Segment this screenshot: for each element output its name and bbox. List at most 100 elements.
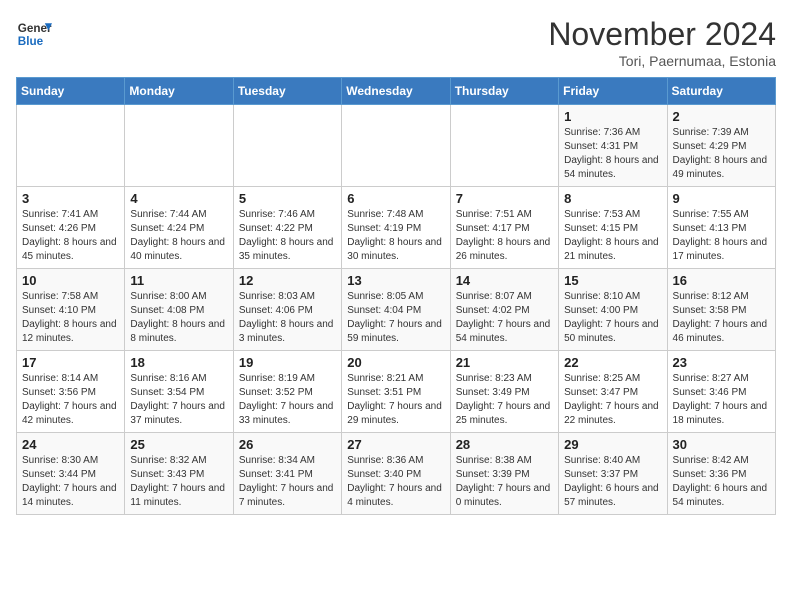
calendar-day: 3 Sunrise: 7:41 AM Sunset: 4:26 PM Daylig… (17, 187, 125, 269)
calendar-day: 6 Sunrise: 7:48 AM Sunset: 4:19 PM Daylig… (342, 187, 450, 269)
day-number: 7 (456, 191, 553, 206)
calendar-body: 1 Sunrise: 7:36 AM Sunset: 4:31 PM Daylig… (17, 105, 776, 515)
day-number: 5 (239, 191, 336, 206)
calendar-day: 21 Sunrise: 8:23 AM Sunset: 3:49 PM Dayli… (450, 351, 558, 433)
day-number: 16 (673, 273, 770, 288)
calendar-empty (17, 105, 125, 187)
day-number: 19 (239, 355, 336, 370)
weekday-header: Tuesday (233, 78, 341, 105)
calendar-day: 12Sunrise: 8:03 AM Sunset: 4:06 PM Dayli… (233, 269, 341, 351)
calendar-day: 1 Sunrise: 7:36 AM Sunset: 4:31 PM Daylig… (559, 105, 667, 187)
day-number: 10 (22, 273, 119, 288)
day-info: Sunrise: 7:51 AM Sunset: 4:17 PM Dayligh… (456, 208, 553, 264)
weekday-header: Wednesday (342, 78, 450, 105)
day-info: Sunrise: 7:36 AM Sunset: 4:31 PM Dayligh… (564, 126, 661, 182)
day-info: Sunrise: 8:30 AM Sunset: 3:44 PM Dayligh… (22, 454, 119, 510)
logo-icon: General Blue (16, 16, 52, 52)
day-number: 27 (347, 437, 444, 452)
day-info: Sunrise: 8:10 AM Sunset: 4:00 PM Dayligh… (564, 290, 661, 346)
calendar-day: 17 Sunrise: 8:14 AM Sunset: 3:56 PM Dayli… (17, 351, 125, 433)
day-info: Sunrise: 7:55 AM Sunset: 4:13 PM Dayligh… (673, 208, 770, 264)
day-number: 9 (673, 191, 770, 206)
day-info: Sunrise: 8:05 AM Sunset: 4:04 PM Dayligh… (347, 290, 444, 346)
day-info: Sunrise: 8:32 AM Sunset: 3:43 PM Dayligh… (130, 454, 227, 510)
page-header: General Blue November 2024 Tori, Paernum… (16, 16, 776, 69)
calendar-day: 5 Sunrise: 7:46 AM Sunset: 4:22 PM Daylig… (233, 187, 341, 269)
day-info: Sunrise: 8:00 AM Sunset: 4:08 PM Dayligh… (130, 290, 227, 346)
calendar-day: 15 Sunrise: 8:10 AM Sunset: 4:00 PM Dayli… (559, 269, 667, 351)
weekday-header: Saturday (667, 78, 775, 105)
weekday-header: Thursday (450, 78, 558, 105)
day-info: Sunrise: 7:48 AM Sunset: 4:19 PM Dayligh… (347, 208, 444, 264)
calendar-week-row: 1 Sunrise: 7:36 AM Sunset: 4:31 PM Daylig… (17, 105, 776, 187)
day-number: 18 (130, 355, 227, 370)
logo: General Blue (16, 16, 52, 52)
calendar-day: 23Sunrise: 8:27 AM Sunset: 3:46 PM Dayli… (667, 351, 775, 433)
day-number: 12 (239, 273, 336, 288)
calendar-day: 14 Sunrise: 8:07 AM Sunset: 4:02 PM Dayli… (450, 269, 558, 351)
day-number: 29 (564, 437, 661, 452)
day-number: 11 (130, 273, 227, 288)
calendar-day: 11 Sunrise: 8:00 AM Sunset: 4:08 PM Dayli… (125, 269, 233, 351)
calendar-day: 24Sunrise: 8:30 AM Sunset: 3:44 PM Dayli… (17, 433, 125, 515)
calendar-week-row: 3 Sunrise: 7:41 AM Sunset: 4:26 PM Daylig… (17, 187, 776, 269)
calendar-day: 29 Sunrise: 8:40 AM Sunset: 3:37 PM Dayli… (559, 433, 667, 515)
day-info: Sunrise: 8:38 AM Sunset: 3:39 PM Dayligh… (456, 454, 553, 510)
day-number: 28 (456, 437, 553, 452)
day-info: Sunrise: 8:16 AM Sunset: 3:54 PM Dayligh… (130, 372, 227, 428)
day-info: Sunrise: 8:40 AM Sunset: 3:37 PM Dayligh… (564, 454, 661, 510)
day-number: 14 (456, 273, 553, 288)
day-number: 26 (239, 437, 336, 452)
day-info: Sunrise: 8:23 AM Sunset: 3:49 PM Dayligh… (456, 372, 553, 428)
day-info: Sunrise: 7:58 AM Sunset: 4:10 PM Dayligh… (22, 290, 119, 346)
calendar-day: 16 Sunrise: 8:12 AM Sunset: 3:58 PM Dayli… (667, 269, 775, 351)
calendar-day: 19Sunrise: 8:19 AM Sunset: 3:52 PM Dayli… (233, 351, 341, 433)
calendar-day: 28 Sunrise: 8:38 AM Sunset: 3:39 PM Dayli… (450, 433, 558, 515)
weekday-header: Sunday (17, 78, 125, 105)
day-number: 4 (130, 191, 227, 206)
day-info: Sunrise: 8:25 AM Sunset: 3:47 PM Dayligh… (564, 372, 661, 428)
day-number: 23 (673, 355, 770, 370)
day-info: Sunrise: 7:39 AM Sunset: 4:29 PM Dayligh… (673, 126, 770, 182)
day-info: Sunrise: 7:53 AM Sunset: 4:15 PM Dayligh… (564, 208, 661, 264)
title-block: November 2024 Tori, Paernumaa, Estonia (548, 16, 776, 69)
calendar-day: 4 Sunrise: 7:44 AM Sunset: 4:24 PM Daylig… (125, 187, 233, 269)
day-number: 8 (564, 191, 661, 206)
day-number: 30 (673, 437, 770, 452)
calendar-empty (233, 105, 341, 187)
day-number: 13 (347, 273, 444, 288)
calendar-week-row: 24Sunrise: 8:30 AM Sunset: 3:44 PM Dayli… (17, 433, 776, 515)
day-info: Sunrise: 8:21 AM Sunset: 3:51 PM Dayligh… (347, 372, 444, 428)
calendar-day: 25 Sunrise: 8:32 AM Sunset: 3:43 PM Dayli… (125, 433, 233, 515)
calendar-day: 20Sunrise: 8:21 AM Sunset: 3:51 PM Dayli… (342, 351, 450, 433)
month-title: November 2024 (548, 16, 776, 53)
day-number: 3 (22, 191, 119, 206)
day-info: Sunrise: 8:36 AM Sunset: 3:40 PM Dayligh… (347, 454, 444, 510)
day-number: 1 (564, 109, 661, 124)
calendar-day: 22Sunrise: 8:25 AM Sunset: 3:47 PM Dayli… (559, 351, 667, 433)
weekday-header: Friday (559, 78, 667, 105)
day-number: 17 (22, 355, 119, 370)
day-number: 25 (130, 437, 227, 452)
calendar-table: SundayMondayTuesdayWednesdayThursdayFrid… (16, 77, 776, 515)
day-info: Sunrise: 7:44 AM Sunset: 4:24 PM Dayligh… (130, 208, 227, 264)
day-info: Sunrise: 8:12 AM Sunset: 3:58 PM Dayligh… (673, 290, 770, 346)
calendar-day: 8 Sunrise: 7:53 AM Sunset: 4:15 PM Daylig… (559, 187, 667, 269)
day-number: 15 (564, 273, 661, 288)
calendar-day: 10 Sunrise: 7:58 AM Sunset: 4:10 PM Dayli… (17, 269, 125, 351)
location: Tori, Paernumaa, Estonia (548, 53, 776, 69)
calendar-day: 9 Sunrise: 7:55 AM Sunset: 4:13 PM Daylig… (667, 187, 775, 269)
day-number: 6 (347, 191, 444, 206)
calendar-day: 2Sunrise: 7:39 AM Sunset: 4:29 PM Daylig… (667, 105, 775, 187)
day-info: Sunrise: 8:34 AM Sunset: 3:41 PM Dayligh… (239, 454, 336, 510)
day-number: 21 (456, 355, 553, 370)
day-info: Sunrise: 8:14 AM Sunset: 3:56 PM Dayligh… (22, 372, 119, 428)
day-info: Sunrise: 7:41 AM Sunset: 4:26 PM Dayligh… (22, 208, 119, 264)
day-info: Sunrise: 7:46 AM Sunset: 4:22 PM Dayligh… (239, 208, 336, 264)
svg-text:Blue: Blue (18, 35, 44, 48)
day-info: Sunrise: 8:07 AM Sunset: 4:02 PM Dayligh… (456, 290, 553, 346)
calendar-empty (450, 105, 558, 187)
calendar-day: 27 Sunrise: 8:36 AM Sunset: 3:40 PM Dayli… (342, 433, 450, 515)
calendar-day: 13 Sunrise: 8:05 AM Sunset: 4:04 PM Dayli… (342, 269, 450, 351)
calendar-day: 30Sunrise: 8:42 AM Sunset: 3:36 PM Dayli… (667, 433, 775, 515)
